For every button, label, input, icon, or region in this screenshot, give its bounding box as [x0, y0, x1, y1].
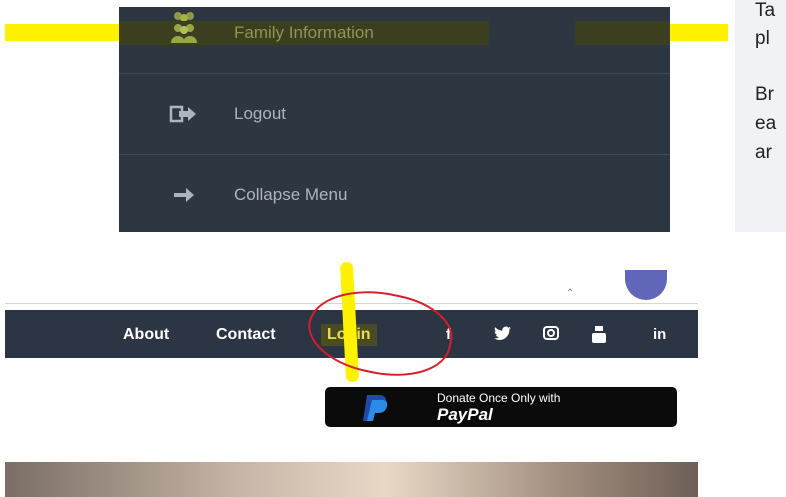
card-text-line: ar [755, 142, 772, 163]
nav-link-contact[interactable]: Contact [216, 326, 276, 344]
paypal-icon [358, 393, 392, 423]
card-text-line: ea [755, 113, 777, 134]
highlight-stroke-right [670, 24, 728, 41]
card-text-line: Ta [755, 0, 776, 21]
card-text-line: pl [755, 28, 770, 49]
sidebar-item-family-information-row[interactable]: Family Information [119, 21, 670, 45]
linkedin-icon[interactable]: in [653, 326, 666, 343]
hero-image [5, 462, 698, 497]
content-card: Ta pl Br ea ar [735, 0, 786, 232]
highlight-stroke-left [5, 24, 119, 41]
instagram-icon[interactable] [543, 326, 559, 344]
paypal-brand: PayPal [437, 405, 493, 424]
twitter-icon[interactable] [494, 326, 512, 343]
sidebar-item-label: Collapse Menu [234, 185, 348, 204]
paypal-top-text: Donate Once Only with [437, 391, 561, 405]
youtube-icon[interactable] [591, 326, 607, 348]
sidebar-item-label: Logout [234, 104, 286, 123]
users-icon [169, 21, 199, 45]
divider [119, 154, 670, 155]
nav-link-about[interactable]: About [123, 326, 169, 344]
card-text-line: Br [755, 84, 774, 105]
sidebar-item-logout[interactable]: Logout [119, 102, 670, 126]
paypal-donate-button[interactable]: Donate Once Only with PayPal [325, 387, 677, 427]
arrow-right-icon [169, 183, 199, 207]
small-icon: ⌃ [566, 288, 575, 299]
sidebar-item-collapse-menu[interactable]: Collapse Menu [119, 183, 670, 207]
sidebar-item-label: Family Information [234, 23, 374, 42]
logout-icon [169, 102, 199, 126]
divider [119, 73, 670, 74]
